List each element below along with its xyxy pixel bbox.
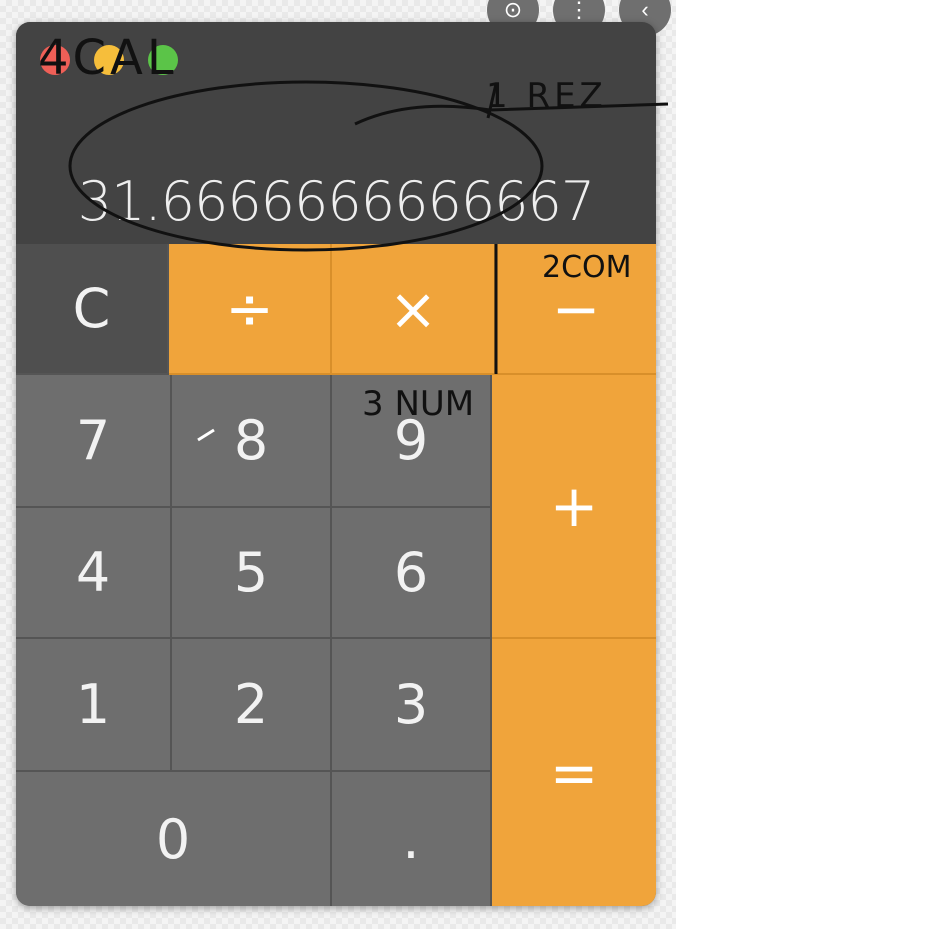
digit-4-button[interactable]: 4	[16, 508, 172, 639]
annotation-title: 4CAL	[38, 30, 178, 86]
annotation-numbers: 3 NUM	[362, 384, 475, 424]
result-display: 31.6666666666667	[77, 170, 596, 233]
digit-2-button[interactable]: 2	[172, 639, 332, 772]
multiply-button[interactable]: ×	[332, 244, 496, 375]
digit-6-button[interactable]: 6	[332, 508, 492, 639]
add-button[interactable]: +	[492, 375, 656, 639]
digit-7-button[interactable]: 7	[16, 375, 172, 508]
digit-0-button[interactable]: 0	[16, 772, 332, 906]
digit-8-button[interactable]: 8	[172, 375, 332, 508]
digit-3-button[interactable]: 3	[332, 639, 492, 772]
calculator-window: 31.6666666666667 C ÷ × − 7 8 9 + 4 5 6 1…	[16, 22, 656, 906]
digit-1-button[interactable]: 1	[16, 639, 172, 772]
divide-button[interactable]: ÷	[169, 244, 332, 375]
equals-button[interactable]: =	[492, 639, 656, 906]
clear-button[interactable]: C	[16, 244, 169, 375]
digit-5-button[interactable]: 5	[172, 508, 332, 639]
annotation-result: 1 REZ	[486, 76, 607, 116]
annotation-commands: 2COM	[542, 250, 632, 285]
decimal-button[interactable]: .	[332, 772, 492, 906]
